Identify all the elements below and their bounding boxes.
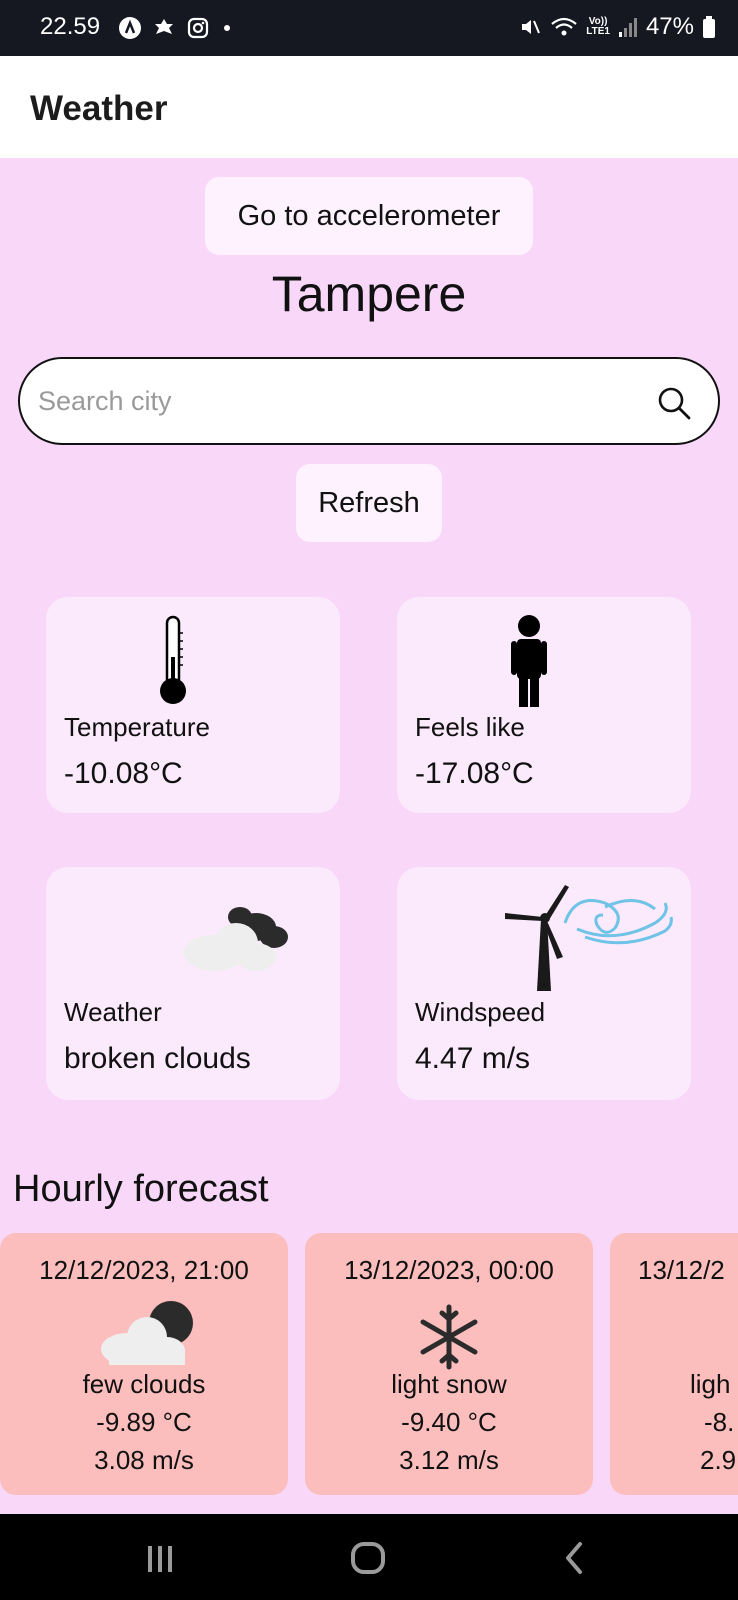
hourly-windspeed: 3.12 m/s [399, 1445, 499, 1475]
feels-like-label: Feels like [415, 712, 525, 742]
windspeed-card: Windspeed 4.47 m/s [397, 867, 691, 1100]
battery-icon [703, 16, 715, 38]
search-bar[interactable] [18, 357, 720, 445]
hourly-card[interactable]: 12/12/2023, 21:00 few clouds -9.89 °C 3.… [0, 1233, 288, 1495]
lte-indicator: Vo)) LTE1 [586, 17, 610, 37]
hourly-forecast-title: Hourly forecast [13, 1168, 269, 1210]
refresh-button[interactable]: Refresh [296, 464, 442, 542]
notification-icons [118, 16, 230, 40]
instagram-icon [187, 17, 209, 39]
temperature-value: -10.08°C [64, 757, 183, 790]
hourly-date: 13/12/2 [638, 1255, 725, 1285]
network-label: LTE1 [586, 26, 610, 37]
app-bar: Weather [0, 56, 738, 158]
windspeed-label: Windspeed [415, 997, 546, 1027]
temperature-label: Temperature [64, 712, 210, 742]
hourly-description: few clouds [82, 1369, 206, 1399]
home-icon[interactable] [343, 1536, 393, 1580]
mute-icon [522, 20, 541, 34]
app-title: Weather [30, 89, 168, 128]
weather-value: broken clouds [64, 1042, 251, 1075]
wind-turbine-icon [505, 885, 673, 991]
feels-like-card: Feels like -17.08°C [397, 597, 691, 813]
broken-clouds-icon [184, 907, 288, 971]
temperature-card: Temperature -10.08°C [46, 597, 340, 813]
hourly-temperature: -8. [704, 1407, 735, 1437]
battery-percent: 47% [645, 13, 694, 40]
hourly-windspeed: 3.08 m/s [94, 1445, 194, 1475]
search-input[interactable] [38, 379, 638, 423]
person-icon [511, 615, 547, 707]
hourly-description: light snow [391, 1369, 507, 1399]
hourly-card[interactable]: 13/12/2023, 00:00 light snow -9.40 °C 3.… [305, 1233, 593, 1495]
weather-card: Weather broken clouds [46, 867, 340, 1100]
app-a-icon [119, 17, 141, 39]
leaf-icon [155, 19, 173, 34]
search-icon[interactable] [656, 385, 692, 421]
hourly-temperature: -9.40 °C [401, 1407, 497, 1437]
wifi-icon [551, 17, 577, 36]
snowflake-icon [420, 1304, 478, 1370]
city-title: Tampere [271, 266, 467, 322]
go-to-accelerometer-button[interactable]: Go to accelerometer [205, 177, 533, 255]
signal-icon [618, 18, 637, 37]
hourly-description: ligh [690, 1369, 731, 1399]
weather-label: Weather [64, 997, 162, 1027]
thermometer-icon [160, 615, 186, 704]
status-time: 22.59 [40, 13, 101, 40]
feels-like-value: -17.08°C [415, 757, 534, 790]
few-clouds-night-icon [101, 1301, 193, 1365]
hourly-date: 13/12/2023, 00:00 [344, 1255, 554, 1285]
back-icon[interactable] [550, 1536, 600, 1580]
status-bar: 22.59 Vo)) LTE1 47% [0, 0, 738, 56]
hourly-date: 12/12/2023, 21:00 [39, 1255, 249, 1285]
hourly-temperature: -9.89 °C [96, 1407, 192, 1437]
status-right: Vo)) LTE1 47% [518, 13, 716, 41]
navigation-bar [0, 1514, 738, 1600]
hourly-windspeed: 2.9 [700, 1445, 737, 1475]
hourly-card[interactable]: 13/12/2 ligh -8. 2.9 [610, 1233, 738, 1495]
recent-apps-icon[interactable] [135, 1536, 185, 1580]
more-notifications-dot [224, 25, 230, 31]
windspeed-value: 4.47 m/s [415, 1042, 531, 1075]
